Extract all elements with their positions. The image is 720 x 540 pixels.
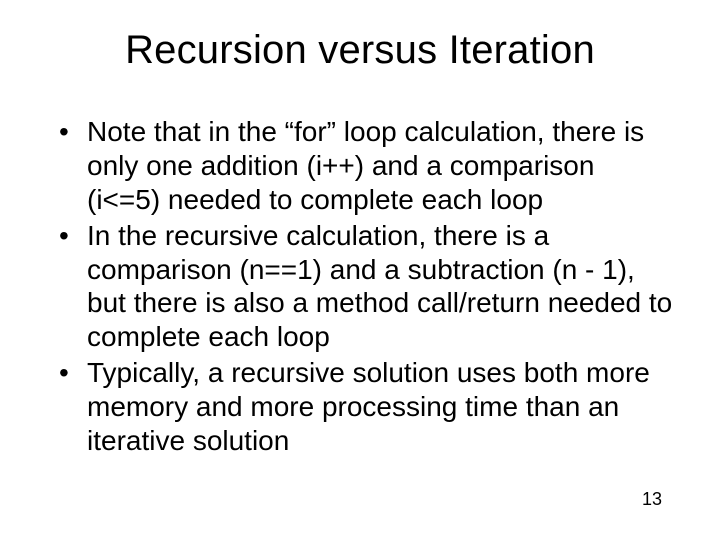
bullet-list: Note that in the “for” loop calculation,…: [55, 115, 675, 458]
slide: Recursion versus Iteration Note that in …: [0, 0, 720, 540]
slide-title: Recursion versus Iteration: [0, 28, 720, 73]
page-number: 13: [642, 489, 662, 510]
slide-body: Note that in the “for” loop calculation,…: [55, 115, 675, 460]
list-item: Typically, a recursive solution uses bot…: [55, 356, 675, 458]
list-item: In the recursive calculation, there is a…: [55, 219, 675, 355]
list-item: Note that in the “for” loop calculation,…: [55, 115, 675, 217]
